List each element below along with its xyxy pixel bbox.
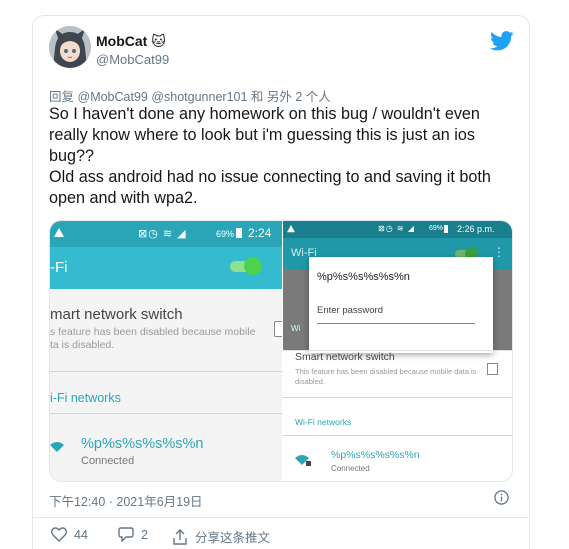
screen-title: -Fi — [50, 259, 68, 276]
network-status: Connected — [81, 455, 135, 467]
battery-icon — [236, 228, 242, 238]
smart-switch-title: mart network switch — [50, 306, 183, 323]
wifi-signal-icon — [50, 442, 64, 452]
networks-header: Wi-Fi networks — [295, 417, 352, 427]
share-icon — [173, 528, 187, 545]
network-status: Connected — [331, 464, 370, 473]
media-image-left[interactable]: ⊠◷ ≋ ◢ 69% 2:24 -Fi mart network switch … — [50, 221, 282, 481]
smart-switch-checkbox[interactable] — [274, 321, 282, 337]
clock: 2:26 p.m. — [457, 224, 495, 234]
password-dialog: %p%s%s%s%s%n Enter password — [309, 257, 493, 353]
tweet-timestamp[interactable]: 下午12:40 · 2021年6月19日 — [49, 491, 203, 510]
tweet-text: So I haven't done any homework on this b… — [49, 104, 509, 209]
networks-header: i-Fi networks — [50, 391, 121, 405]
smart-switch-title: Smart network switch — [295, 351, 395, 363]
author-emoji: 🐱 — [151, 33, 166, 49]
warning-icon — [54, 228, 64, 237]
app-bar: -Fi — [50, 247, 282, 289]
status-icons: ⊠◷ ≋ ◢ — [138, 228, 187, 240]
reply-prefix: 回复 — [49, 90, 75, 104]
author-name[interactable]: MobCat 🐱 — [96, 33, 166, 50]
battery-level: 69% — [429, 225, 444, 232]
like-button[interactable]: 44 — [51, 527, 88, 542]
warning-icon — [287, 225, 295, 233]
battery-icon — [444, 225, 448, 233]
reply-button[interactable]: 2 — [118, 527, 148, 542]
actions-divider — [32, 517, 528, 518]
status-icons: ⊠◷ ≋ ◢ — [378, 224, 415, 233]
media-image-right[interactable]: ⊠◷ ≋ ◢ 69% 2:26 p.m. Wi-Fi ⋮ Wi %p%s%s%s… — [283, 221, 512, 481]
password-input[interactable]: Enter password — [317, 305, 383, 316]
share-label: 分享这条推文 — [195, 531, 271, 545]
reply-mentions[interactable]: @MobCat99 @shotgunner101 — [78, 90, 248, 104]
status-bar: ⊠◷ ≋ ◢ 69% 2:26 p.m. — [283, 221, 512, 238]
reply-bubble-icon — [118, 527, 134, 542]
reply-context: 回复 @MobCat99 @shotgunner101 和 另外 2 个人 — [49, 86, 331, 105]
smart-switch-checkbox[interactable] — [487, 363, 498, 375]
tweet-media[interactable]: ⊠◷ ≋ ◢ 69% 2:24 -Fi mart network switch … — [49, 220, 513, 482]
network-name[interactable]: %p%s%s%s%s%n — [331, 449, 420, 461]
reply-count: 2 — [141, 527, 148, 542]
battery-level: 69% — [216, 229, 235, 239]
clock: 2:24 — [248, 226, 272, 240]
wifi-toggle-knob — [244, 257, 262, 275]
tweet-line-2: Old ass android had no issue connecting … — [49, 168, 491, 207]
reply-suffix[interactable]: 和 另外 2 个人 — [251, 90, 331, 104]
author-handle[interactable]: @MobCat99 — [96, 52, 169, 67]
smart-switch-desc: s feature has been disabled because mobi… — [50, 326, 256, 351]
status-bar: ⊠◷ ≋ ◢ 69% 2:24 — [50, 221, 282, 247]
heart-icon — [51, 527, 67, 542]
overflow-menu-icon[interactable]: ⋮ — [493, 245, 505, 259]
password-underline — [317, 323, 475, 324]
twitter-bird-icon[interactable] — [490, 31, 514, 51]
network-name[interactable]: %p%s%s%s%s%n — [81, 436, 204, 452]
like-count: 44 — [74, 527, 88, 542]
tweet-line-1: So I haven't done any homework on this b… — [49, 105, 480, 165]
partial-networks-label: Wi — [291, 324, 301, 333]
wifi-lock-icon — [295, 455, 311, 466]
share-button[interactable]: 分享这条推文 — [172, 527, 270, 546]
dialog-ssid: %p%s%s%s%s%n — [317, 271, 410, 283]
avatar[interactable] — [49, 26, 91, 68]
smart-switch-desc: This feature has been disabled because m… — [295, 367, 477, 386]
info-icon[interactable] — [494, 490, 509, 505]
